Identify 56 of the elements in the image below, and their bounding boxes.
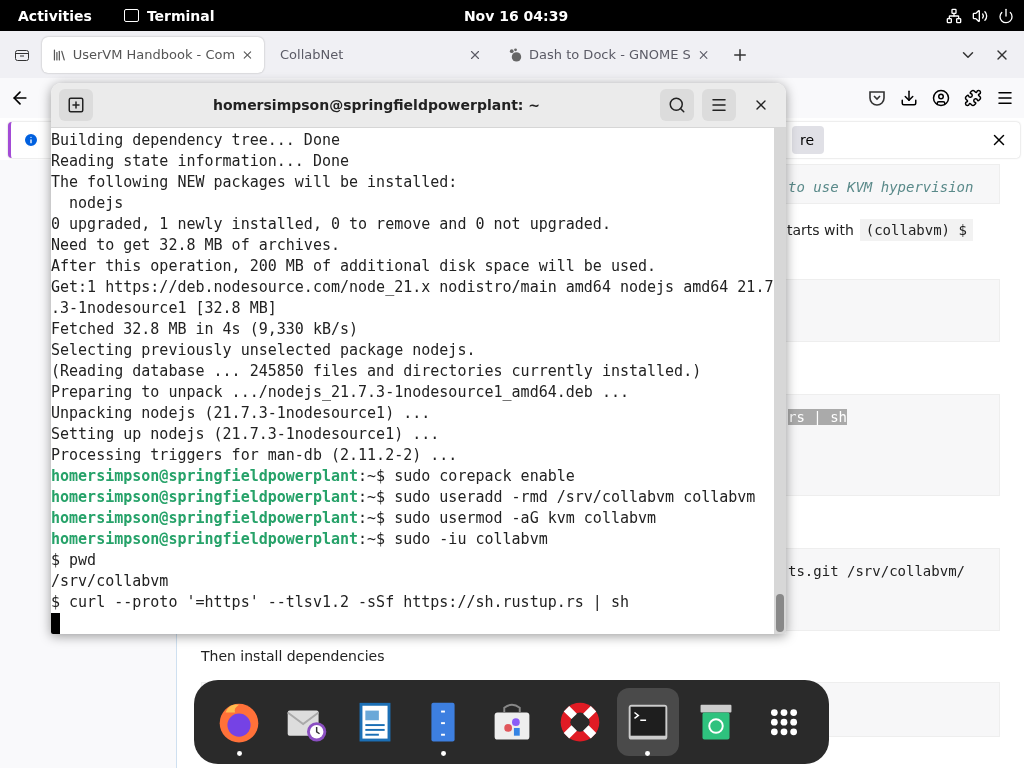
terminal-line: $ curl --proto '=https' --tlsv1.2 -sSf https://sh.rustup.rs | sh <box>51 592 630 613</box>
extensions-icon[interactable] <box>964 89 982 107</box>
terminal-line: Unpacking nodejs (21.7.3-1nodesource1) ... <box>51 403 432 424</box>
terminal-line: nodejs <box>68 193 125 214</box>
terminal-line: Selecting previously unselected package nodejs. <box>51 340 477 361</box>
inline-code: (collabvm) $ <box>859 219 973 241</box>
text-cursor <box>51 613 60 634</box>
terminal-line: Reading state information... Done <box>51 151 350 172</box>
paragraph-text: tarts with <box>787 222 854 238</box>
account-icon[interactable] <box>932 89 950 107</box>
code-text: ts.git /srv/collabvm/ <box>788 563 965 579</box>
terminal-line: Need to get 32.8 MB of archives. <box>51 235 341 256</box>
clock[interactable]: Nov 16 04:39 <box>463 7 569 24</box>
notification-button[interactable]: re <box>791 126 824 154</box>
browser-tab[interactable]: UserVM Handbook - Com <box>42 36 264 73</box>
search-icon <box>668 96 686 114</box>
window-title: homersimpson@springfieldpowerplant: ~ <box>211 97 542 113</box>
paragraph-text: Then install dependencies <box>201 648 385 664</box>
menu-button[interactable] <box>702 89 736 121</box>
app-menu[interactable]: Terminal <box>146 7 215 24</box>
browser-tab[interactable]: CollabNet <box>270 36 492 73</box>
new-tab-button[interactable] <box>59 89 93 121</box>
terminal-line: After this operation, 200 MB of additional disk space will be used. <box>51 256 658 277</box>
menu-icon[interactable] <box>996 89 1014 107</box>
network-icon[interactable] <box>946 7 962 24</box>
terminal-line: Preparing to unpack .../nodejs_21.7.3-1nodesource1_amd64.deb ... <box>51 382 630 403</box>
code-text: rs | sh <box>788 409 847 425</box>
terminal-line: $ pwd <box>51 550 98 571</box>
search-button[interactable] <box>660 89 694 121</box>
power-icon[interactable] <box>998 7 1014 24</box>
menu-icon <box>710 96 728 114</box>
terminal-line: homersimpson@springfieldpowerplant:~$ sudo usermod -aG kvm collabvm <box>51 508 658 529</box>
activities-button[interactable]: Activities <box>18 7 92 24</box>
terminal-line: Get:1 https://deb.nodesource.com/node_21.x nodistro/main amd64 nodejs amd64 21.7 <box>51 277 774 298</box>
terminal-line: Building dependency tree... Done <box>51 130 341 151</box>
scrollbar-thumb[interactable] <box>776 594 784 632</box>
terminal-line: .3-1nodesource1 [32.8 MB] <box>51 298 278 319</box>
terminal-line: Fetched 32.8 MB in 4s (9,330 kB/s) <box>51 319 360 340</box>
terminal-line: Setting up nodejs (21.7.3-1nodesource1) ... <box>51 424 441 445</box>
terminal-line: /srv/collabvm <box>51 571 170 592</box>
code-text: to use KVM hypervision <box>788 179 974 195</box>
pocket-icon[interactable] <box>868 89 886 107</box>
volume-icon[interactable] <box>972 7 988 24</box>
terminal-line: 0 upgraded, 1 newly installed, 0 to remove and 0 not upgraded. <box>51 214 612 235</box>
terminal-line: homersimpson@springfieldpowerplant:~$ sudo corepack enable <box>51 466 576 487</box>
terminal-line: homersimpson@springfieldpowerplant:~$ sudo useradd -rmd /srv/collabvm collabvm <box>51 487 757 508</box>
download-icon[interactable] <box>900 89 918 107</box>
terminal-line: Processing triggers for man-db (2.11.2-2) ... <box>51 445 459 466</box>
terminal-line: homersimpson@springfieldpowerplant:~$ sudo -iu collabvm <box>51 529 549 550</box>
plus-square-icon <box>67 96 85 114</box>
browser-tab[interactable]: Dash to Dock - GNOME S <box>498 36 720 73</box>
terminal-line: The following NEW packages will be installed: <box>51 172 459 193</box>
info-icon <box>23 132 39 148</box>
foot-icon <box>508 46 524 63</box>
terminal-line: (Reading database ... 245850 files and directories currently installed.) <box>51 361 703 382</box>
book-icon <box>52 46 67 63</box>
